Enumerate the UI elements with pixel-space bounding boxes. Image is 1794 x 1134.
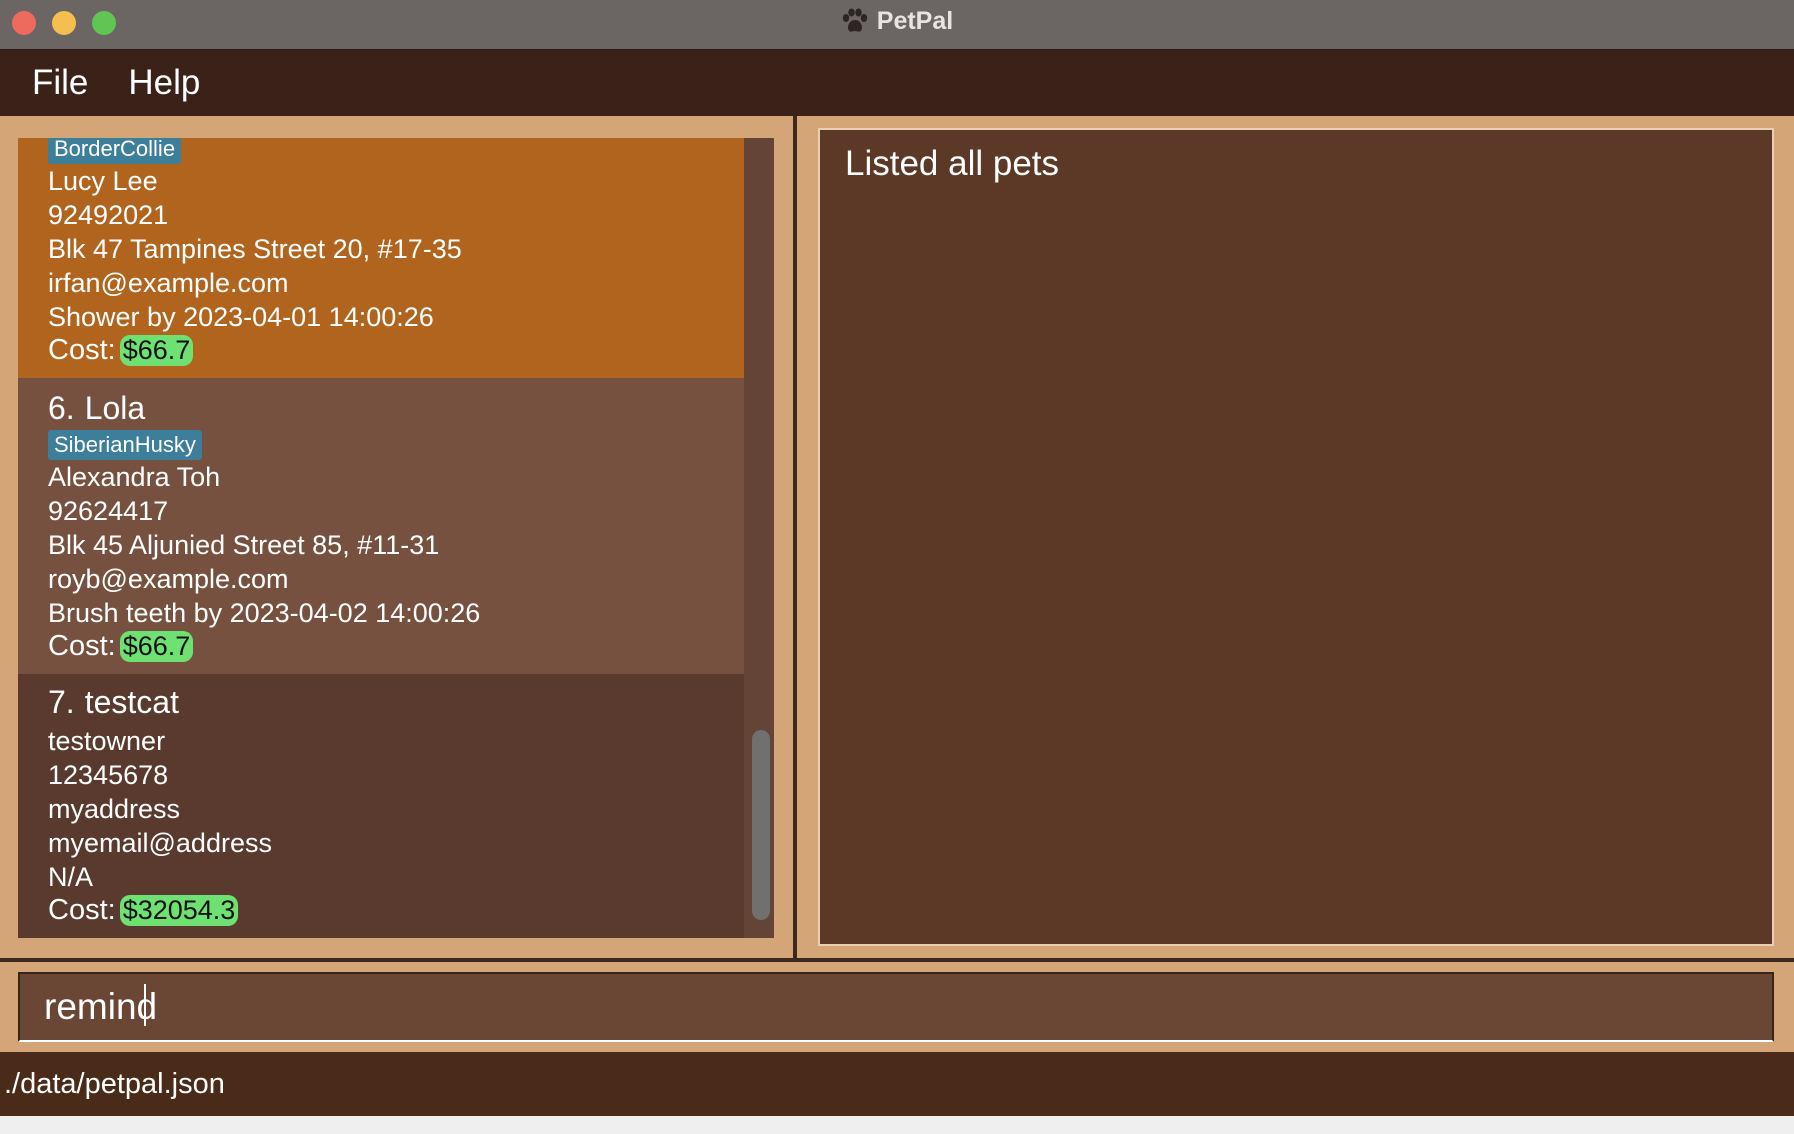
pet-card-selected[interactable]: BorderCollie Lucy Lee 92492021 Blk 47 Ta…	[18, 138, 744, 378]
pet-tag: SiberianHusky	[48, 430, 202, 460]
pet-card-lola[interactable]: 6. Lola SiberianHusky Alexandra Toh 92624…	[18, 378, 744, 674]
menu-bar: File Help	[0, 50, 1794, 116]
scrollbar-thumb[interactable]	[752, 730, 770, 920]
cost-badge: $66.7	[119, 335, 194, 366]
pet-name: Lola	[84, 390, 146, 426]
pet-card-testcat[interactable]: 7. testcat testowner 12345678 myaddress m…	[18, 674, 744, 938]
panel-divider[interactable]	[793, 116, 797, 958]
pet-address: Blk 45 Aljunied Street 85, #11-31	[48, 530, 440, 560]
paw-icon	[841, 8, 869, 34]
cost-badge: $32054.3	[119, 895, 239, 926]
pet-owner: testowner	[48, 726, 166, 756]
pet-email: myemail@address	[48, 828, 272, 858]
pet-name: testcat	[84, 684, 179, 720]
cost-label: Cost:	[48, 334, 116, 366]
pet-cost-row: Cost: $66.7	[48, 630, 194, 663]
title-bar: PetPal	[0, 0, 1794, 50]
command-area	[0, 962, 1794, 1052]
pet-card-header: 6. Lola	[48, 390, 145, 427]
result-message: Listed all pets	[845, 144, 1060, 183]
main-area: BorderCollie Lucy Lee 92492021 Blk 47 Ta…	[0, 116, 1794, 962]
text-caret	[144, 984, 146, 1026]
pet-card-header: 7. testcat	[48, 684, 179, 721]
pet-address: myaddress	[48, 794, 181, 824]
pet-address: Blk 47 Tampines Street 20, #17-35	[48, 234, 462, 264]
cost-label: Cost:	[48, 630, 116, 662]
pet-phone: 92624417	[48, 496, 169, 526]
pet-reminder: Brush teeth by 2023-04-02 14:00:26	[48, 598, 481, 628]
cost-badge: $66.7	[119, 631, 194, 662]
data-file-path: ./data/petpal.json	[4, 1067, 225, 1100]
pet-list-panel[interactable]: BorderCollie Lucy Lee 92492021 Blk 47 Ta…	[18, 138, 774, 938]
command-input[interactable]	[18, 972, 1774, 1042]
menu-file[interactable]: File	[32, 63, 88, 103]
pet-reminder: Shower by 2023-04-01 14:00:26	[48, 302, 434, 332]
pet-owner: Alexandra Toh	[48, 462, 221, 492]
pet-cost-row: Cost: $66.7	[48, 334, 194, 367]
window-bottom-edge	[0, 1116, 1794, 1134]
pet-index: 6.	[48, 390, 75, 426]
pet-tag: BorderCollie	[48, 138, 182, 164]
result-display: Listed all pets	[818, 128, 1774, 946]
cost-label: Cost:	[48, 894, 116, 926]
menu-help[interactable]: Help	[128, 63, 200, 103]
pet-phone: 12345678	[48, 760, 169, 790]
pet-phone: 92492021	[48, 200, 169, 230]
pet-email: royb@example.com	[48, 564, 289, 594]
status-bar: ./data/petpal.json	[0, 1052, 1794, 1116]
pet-index: 7.	[48, 684, 75, 720]
pet-reminder: N/A	[48, 862, 94, 892]
window-title-text: PetPal	[876, 6, 954, 35]
pet-list-scrollbar[interactable]	[744, 138, 774, 938]
pet-email: irfan@example.com	[48, 268, 289, 298]
window-title: PetPal	[0, 0, 1794, 42]
pet-cost-row: Cost: $32054.3	[48, 894, 239, 927]
pet-owner: Lucy Lee	[48, 166, 158, 196]
